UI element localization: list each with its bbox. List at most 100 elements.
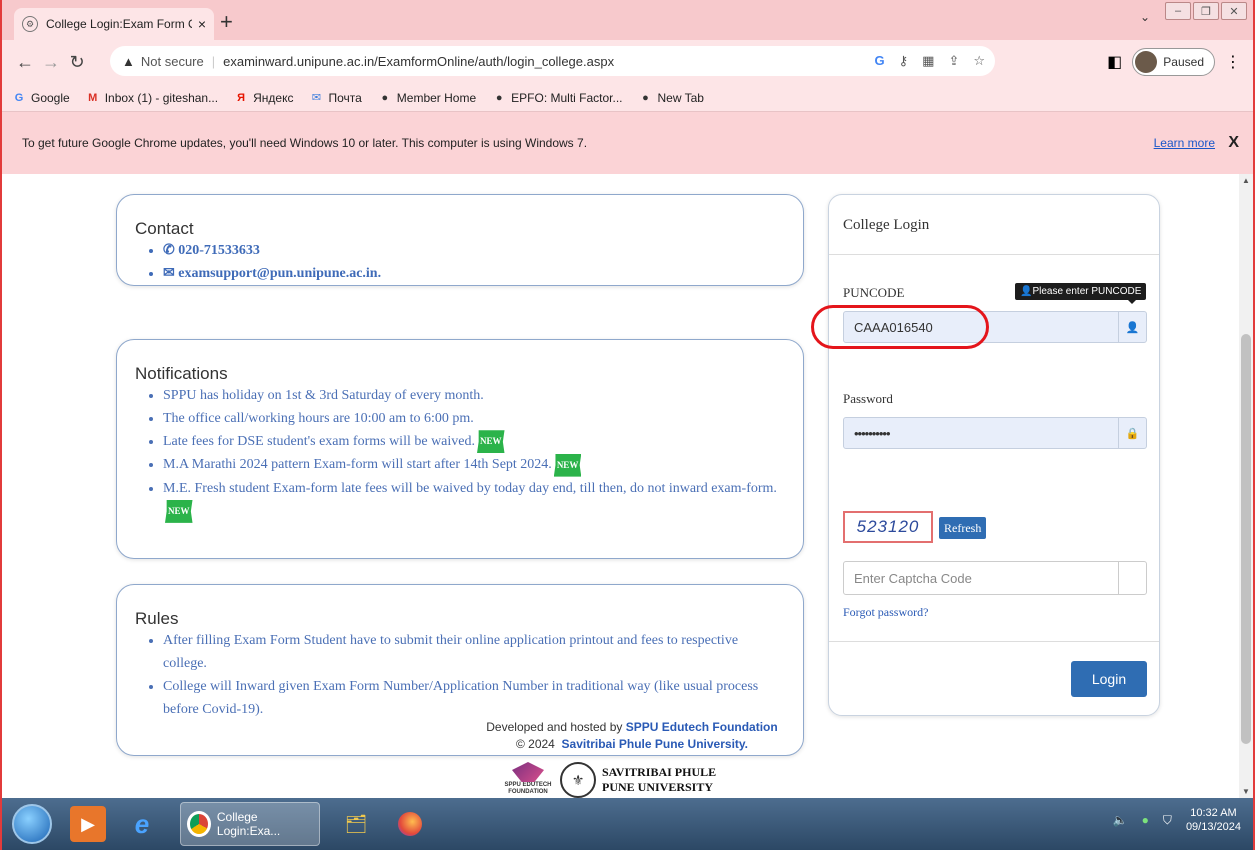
- sppu-edutech-logo: SPPU EDUTECH FOUNDATION: [502, 762, 554, 798]
- bookmark-star-icon[interactable]: ☆: [973, 53, 985, 69]
- reload-icon[interactable]: ↻: [64, 52, 90, 73]
- separator: |: [211, 53, 216, 69]
- address-bar[interactable]: ▲ Not secure | examinward.unipune.ac.in/…: [110, 46, 995, 76]
- menu-icon[interactable]: ⋮: [1225, 52, 1241, 72]
- close-window-icon[interactable]: ✕: [1221, 2, 1247, 20]
- footer-logos: SPPU EDUTECH FOUNDATION ⚜ SAVITRIBAI PHU…: [502, 762, 716, 798]
- url-text[interactable]: examinward.unipune.ac.in/ExamformOnline/…: [223, 54, 614, 69]
- bookmark-item[interactable]: M Inbox (1) - giteshan...: [86, 91, 218, 105]
- back-icon[interactable]: ←: [12, 52, 38, 73]
- university-link[interactable]: Savitribai Phule Pune University.: [562, 737, 749, 751]
- bookmark-item[interactable]: Я Яндекс: [234, 91, 293, 105]
- notifications-card: Notifications SPPU has holiday on 1st & …: [116, 339, 804, 559]
- clock[interactable]: 10:32 AM 09/13/2024: [1186, 806, 1241, 834]
- system-tray: 🔈 ● ⛉ 10:32 AM 09/13/2024: [1113, 806, 1241, 834]
- password-label: Password: [843, 391, 893, 406]
- tab-close-icon[interactable]: ×: [198, 16, 206, 32]
- phone-icon: ✆: [163, 243, 179, 258]
- taskbar-chrome-window[interactable]: College Login:Exa...: [180, 802, 320, 846]
- browser-tab[interactable]: ⚙ College Login:Exam Form Online ×: [14, 8, 214, 40]
- profile-button[interactable]: Paused: [1132, 48, 1215, 76]
- tab-bar: ⚙ College Login:Exam Form Online × + ⌄ –…: [0, 0, 1255, 40]
- bookmark-item[interactable]: ✉ Почта: [309, 91, 362, 105]
- rule-item: After filling Exam Form Student have to …: [163, 629, 785, 675]
- bookmark-item[interactable]: ● Member Home: [378, 91, 476, 105]
- notification-item: Late fees for DSE student's exam forms w…: [163, 430, 785, 454]
- password-input[interactable]: •••••••••• 🔒: [843, 417, 1147, 449]
- user-icon: 👤: [1118, 312, 1146, 342]
- puncode-label: PUNCODE: [843, 285, 905, 300]
- infobar-message: To get future Google Chrome updates, you…: [22, 136, 588, 150]
- firefox-icon[interactable]: [392, 806, 428, 842]
- notification-item: M.A Marathi 2024 pattern Exam-form will …: [163, 453, 785, 477]
- bookmark-item[interactable]: ● EPFO: Multi Factor...: [492, 90, 623, 105]
- maximize-icon[interactable]: ❐: [1193, 2, 1219, 20]
- new-tab-button[interactable]: +: [220, 9, 233, 35]
- learn-more-link[interactable]: Learn more: [1154, 136, 1215, 150]
- warning-icon: ▲: [122, 53, 135, 69]
- infobar-close-icon[interactable]: X: [1228, 134, 1239, 152]
- contact-email[interactable]: ✉ examsupport@pun.unipune.ac.in.: [163, 262, 785, 285]
- notifications-list: SPPU has holiday on 1st & 3rd Saturday o…: [163, 384, 785, 523]
- window-controls: – ❐ ✕: [1165, 2, 1247, 20]
- internet-explorer-icon[interactable]: e: [124, 806, 160, 842]
- login-button[interactable]: Login: [1071, 661, 1147, 697]
- bookmark-icon: ●: [642, 91, 649, 104]
- captcha-input[interactable]: Enter Captcha Code: [843, 561, 1147, 595]
- scroll-up-icon[interactable]: ▲: [1242, 176, 1250, 185]
- google-lens-icon[interactable]: G: [874, 53, 884, 69]
- bookmark-icon: ●: [495, 91, 503, 104]
- notification-item: The office call/working hours are 10:00 …: [163, 407, 785, 430]
- not-secure-label: Not secure: [140, 53, 204, 69]
- refresh-captcha-button[interactable]: Refresh: [939, 517, 987, 539]
- network-icon[interactable]: ●: [1142, 813, 1149, 827]
- university-seal-icon: ⚜: [560, 762, 596, 798]
- site-favicon-icon: ⚙: [22, 16, 38, 32]
- forward-icon[interactable]: →: [38, 52, 64, 73]
- bookmark-item[interactable]: G Google: [12, 91, 70, 105]
- bookmark-label: Google: [31, 90, 70, 105]
- new-badge: NEW: [553, 453, 582, 477]
- update-infobar: To get future Google Chrome updates, you…: [0, 112, 1255, 174]
- media-player-icon[interactable]: ▶: [70, 806, 106, 842]
- page-scrollbar[interactable]: ▲ ▼: [1239, 174, 1253, 798]
- bookmark-icon: ●: [381, 91, 389, 104]
- minimize-icon[interactable]: –: [1165, 2, 1191, 20]
- notification-item: M.E. Fresh student Exam-form late fees w…: [163, 477, 785, 523]
- tab-search-icon[interactable]: ⌄: [1140, 10, 1150, 24]
- divider: [829, 641, 1159, 642]
- bookmark-icon: G: [14, 91, 24, 104]
- new-badge: NEW: [165, 499, 193, 523]
- bookmark-icon: Я: [237, 91, 246, 104]
- developer-link[interactable]: SPPU Edutech Foundation: [626, 720, 778, 734]
- page-viewport: Contact ✆ 020-71533633 ✉ examsupport@pun…: [2, 174, 1239, 798]
- bookmark-label: EPFO: Multi Factor...: [511, 90, 623, 105]
- scroll-down-icon[interactable]: ▼: [1242, 787, 1250, 796]
- security-icon[interactable]: ⛉: [1163, 813, 1172, 828]
- lock-icon: 🔒: [1118, 418, 1146, 448]
- omnibox-icons: G ⚷ ▦ ⇪ ☆: [874, 53, 985, 69]
- rules-title: Rules: [135, 609, 179, 628]
- key-icon[interactable]: ⚷: [899, 53, 909, 69]
- start-button[interactable]: [12, 804, 52, 844]
- rule-item: College will Inward given Exam Form Numb…: [163, 675, 785, 721]
- file-explorer-icon[interactable]: 🗂: [338, 806, 374, 842]
- contact-card: Contact ✆ 020-71533633 ✉ examsupport@pun…: [116, 194, 804, 286]
- bookmark-label: Inbox (1) - giteshan...: [104, 90, 219, 105]
- translate-icon[interactable]: ▦: [922, 53, 934, 69]
- scroll-thumb[interactable]: [1241, 334, 1251, 744]
- captcha-image: 523120: [843, 511, 933, 543]
- annotation-highlight: [811, 305, 989, 349]
- contact-phone: ✆ 020-71533633: [163, 239, 785, 262]
- side-panel-icon[interactable]: ◧: [1107, 52, 1122, 72]
- bookmark-label: Яндекс: [253, 90, 294, 105]
- bookmarks-bar: G Google M Inbox (1) - giteshan... Я Яндекс ✉ П…: [0, 84, 1255, 112]
- share-icon[interactable]: ⇪: [948, 53, 959, 69]
- contact-title: Contact: [135, 219, 194, 238]
- chrome-icon: [187, 811, 211, 837]
- bookmark-label: New Tab: [657, 90, 704, 105]
- bookmark-item[interactable]: ● New Tab: [639, 91, 704, 105]
- forgot-password-link[interactable]: Forgot password?: [843, 605, 928, 620]
- new-badge: NEW: [477, 430, 505, 454]
- volume-icon[interactable]: 🔈: [1113, 813, 1128, 827]
